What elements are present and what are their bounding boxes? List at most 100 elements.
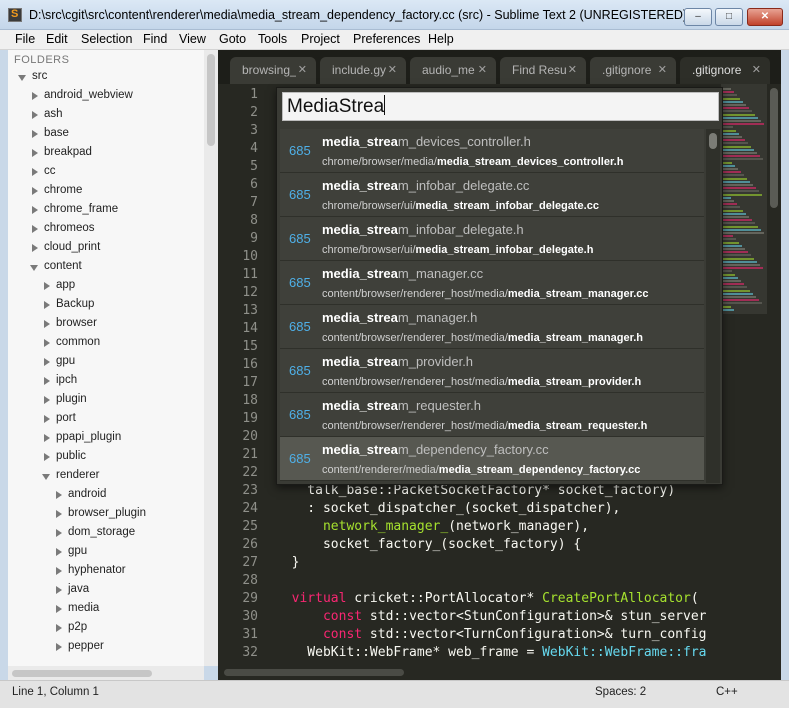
code-line: const std::vector<TurnConfiguration>& tu…: [276, 627, 707, 642]
disclosure-closed-icon[interactable]: [30, 91, 39, 101]
result-filename: media_stream_requester.h: [322, 398, 481, 413]
maximize-button[interactable]: □: [715, 8, 743, 26]
disclosure-open-icon[interactable]: [42, 471, 51, 481]
goto-result-item[interactable]: 685 media_stream_requester.h content/brows…: [280, 393, 704, 437]
result-path: content/browser/renderer_host/media/medi…: [322, 420, 647, 432]
tab-find-results[interactable]: Find Resul ✕: [500, 57, 586, 84]
minimap-line: [723, 273, 735, 276]
menu-help[interactable]: Help: [428, 32, 454, 46]
disclosure-closed-icon[interactable]: [54, 490, 63, 500]
tab-include-gyp[interactable]: include.gy ✕: [320, 57, 406, 84]
disclosure-closed-icon[interactable]: [42, 357, 51, 367]
minimap-line: [723, 209, 743, 212]
disclosure-closed-icon[interactable]: [30, 129, 39, 139]
disclosure-closed-icon[interactable]: [54, 642, 63, 652]
minimap-line: [723, 251, 748, 254]
line-number: 5: [250, 159, 258, 174]
tab-browsing[interactable]: browsing_ ✕: [230, 57, 316, 84]
disclosure-closed-icon[interactable]: [42, 376, 51, 386]
line-number: 31: [242, 627, 258, 642]
disclosure-closed-icon[interactable]: [30, 110, 39, 120]
disclosure-closed-icon[interactable]: [54, 604, 63, 614]
menu-selection[interactable]: Selection: [81, 32, 132, 46]
tab-close-icon[interactable]: ✕: [478, 63, 487, 76]
disclosure-closed-icon[interactable]: [30, 148, 39, 158]
disclosure-closed-icon[interactable]: [42, 452, 51, 462]
filename-rest: m_infobar_delegate.h: [397, 222, 524, 237]
tab-gitignore-2[interactable]: .gitignore ✕: [680, 57, 770, 84]
disclosure-closed-icon[interactable]: [54, 509, 63, 519]
minimap-line: [723, 225, 758, 228]
minimap[interactable]: [721, 84, 767, 664]
disclosure-closed-icon[interactable]: [30, 205, 39, 215]
disclosure-closed-icon[interactable]: [54, 547, 63, 557]
menu-find[interactable]: Find: [143, 32, 167, 46]
tab-close-icon[interactable]: ✕: [388, 63, 397, 76]
sidebar-hscroll-thumb[interactable]: [12, 670, 152, 677]
match-score: 685: [289, 451, 311, 466]
sidebar-scroll-thumb[interactable]: [207, 54, 215, 146]
editor-hscroll-thumb[interactable]: [224, 669, 404, 676]
syntax-setting[interactable]: C++: [716, 686, 738, 698]
disclosure-closed-icon[interactable]: [54, 585, 63, 595]
disclosure-closed-icon[interactable]: [42, 300, 51, 310]
tab-audio-me[interactable]: audio_me ✕: [410, 57, 496, 84]
menu-view[interactable]: View: [179, 32, 206, 46]
close-window-button[interactable]: ✕: [747, 8, 783, 26]
menu-goto[interactable]: Goto: [219, 32, 246, 46]
disclosure-closed-icon[interactable]: [42, 395, 51, 405]
folder-label: chromeos: [44, 222, 95, 234]
goto-anything-input[interactable]: MediaStrea: [282, 92, 719, 121]
disclosure-closed-icon[interactable]: [42, 414, 51, 424]
indentation-setting[interactable]: Spaces: 2: [595, 686, 646, 698]
disclosure-closed-icon[interactable]: [30, 186, 39, 196]
goto-result-item[interactable]: 685 media_stream_infobar_delegate.cc chrom…: [280, 173, 704, 217]
results-scroll-thumb[interactable]: [709, 133, 717, 149]
disclosure-closed-icon[interactable]: [42, 433, 51, 443]
tab-gitignore-1[interactable]: .gitignore ✕: [590, 57, 676, 84]
results-scrollbar[interactable]: [706, 129, 720, 483]
disclosure-closed-icon[interactable]: [42, 281, 51, 291]
sidebar-vertical-scrollbar[interactable]: [204, 50, 218, 666]
tab-close-icon[interactable]: ✕: [298, 63, 307, 76]
menu-project[interactable]: Project: [301, 32, 340, 46]
disclosure-closed-icon[interactable]: [30, 167, 39, 177]
tab-close-icon[interactable]: ✕: [568, 63, 577, 76]
tab-close-icon[interactable]: ✕: [658, 63, 667, 76]
minimap-line: [723, 305, 731, 308]
editor-horizontal-scrollbar[interactable]: [218, 664, 781, 680]
menu-edit[interactable]: Edit: [46, 32, 68, 46]
disclosure-closed-icon[interactable]: [42, 319, 51, 329]
folder-label: public: [56, 450, 87, 462]
disclosure-open-icon[interactable]: [30, 262, 39, 272]
goto-result-item[interactable]: 685 media_stream_infobar_delegate.h chrome…: [280, 217, 704, 261]
folder-label: app: [56, 279, 76, 291]
menu-preferences[interactable]: Preferences: [353, 32, 420, 46]
minimize-button[interactable]: ‒: [684, 8, 712, 26]
path-prefix: content/browser/renderer_host/media/: [322, 420, 508, 432]
goto-result-item[interactable]: 685 media_stream_provider.h content/browse…: [280, 349, 704, 393]
folder-label: content: [44, 260, 82, 272]
disclosure-closed-icon[interactable]: [54, 623, 63, 633]
disclosure-open-icon[interactable]: [18, 72, 27, 82]
folder-label: dom_storage: [68, 526, 136, 538]
window-titlebar[interactable]: D:\src\cgit\src\content\renderer\media\m…: [0, 0, 789, 30]
menu-tools[interactable]: Tools: [258, 32, 287, 46]
goto-result-item[interactable]: 685 media_stream_dependency_factory.cc con…: [280, 437, 704, 481]
menu-file[interactable]: File: [15, 32, 35, 46]
disclosure-closed-icon[interactable]: [30, 243, 39, 253]
sidebar-horizontal-scrollbar[interactable]: [8, 666, 204, 680]
disclosure-closed-icon[interactable]: [54, 528, 63, 538]
disclosure-closed-icon[interactable]: [30, 224, 39, 234]
path-match: media_stream_devices_controller.h: [436, 156, 624, 168]
disclosure-closed-icon[interactable]: [42, 338, 51, 348]
disclosure-closed-icon[interactable]: [54, 566, 63, 576]
tab-close-icon[interactable]: ✕: [752, 63, 761, 76]
goto-result-item[interactable]: 685 media_stream_manager.h content/browser…: [280, 305, 704, 349]
line-number: 32: [242, 645, 258, 660]
editor-vertical-scrollbar[interactable]: [767, 84, 781, 664]
editor-scroll-thumb[interactable]: [770, 88, 778, 208]
goto-result-item[interactable]: 685 media_stream_devices_controller.h chro…: [280, 129, 704, 173]
goto-result-item[interactable]: 685 media_stream_manager.cc content/browse…: [280, 261, 704, 305]
